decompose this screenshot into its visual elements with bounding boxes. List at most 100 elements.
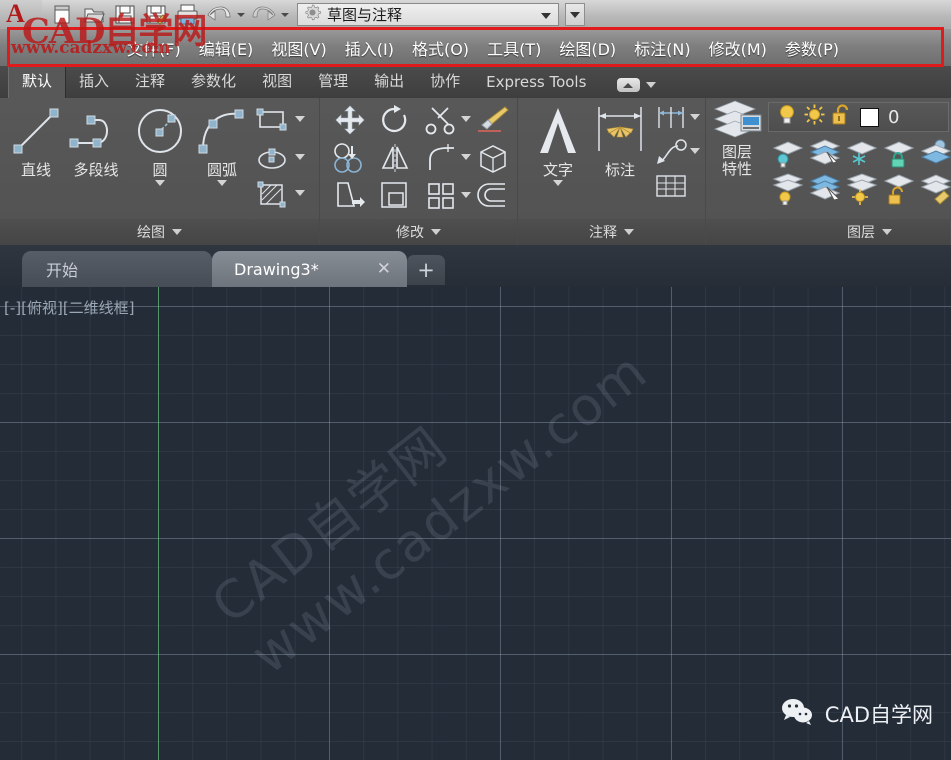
annotation-linear-dimension-dropdown[interactable] [690,114,700,120]
modify-move-button[interactable] [332,104,368,141]
modify-rotate-button[interactable] [377,104,413,141]
ribbon-minimize-button[interactable] [617,78,657,98]
linear-dimension-icon [658,107,684,128]
layer-thaw-all-button[interactable] [844,173,880,210]
file-tab-drawing3[interactable]: Drawing3* ✕ [212,251,407,287]
ribbon-panel-layers: 图层 特性 0 图层 [704,98,951,245]
qat-open-button[interactable] [79,1,110,28]
modify-copy-button[interactable] [332,142,368,179]
annotation-dimension-button[interactable]: 标注 [588,100,652,179]
annotation-table-button[interactable] [654,172,688,205]
annotation-leader-button[interactable] [654,138,688,171]
application-menu-button[interactable]: A [0,0,42,29]
layer-turn-all-on-button[interactable] [770,173,806,210]
modify-fillet-button[interactable] [424,142,458,179]
qat-undo-dropdown[interactable] [234,1,247,28]
modify-array-button[interactable] [424,180,458,217]
draw-circle-button[interactable]: 圆 [128,100,192,186]
modify-stretch-button[interactable] [332,180,368,217]
ribbon-tab-insert[interactable]: 插入 [66,66,122,98]
unlocked-padlock-icon[interactable] [832,103,851,131]
layers-panel-title[interactable]: 图层 [706,219,950,245]
viewport-controls-label[interactable]: [-][俯视][二维线框] [4,297,135,318]
qat-customize-button[interactable] [565,3,585,26]
layer-match-button[interactable] [918,173,951,210]
draw-hatch-button[interactable] [255,180,289,215]
qat-save-as-button[interactable] [141,1,172,28]
ribbon-tab-output[interactable]: 输出 [361,66,417,98]
menu-item-edit[interactable]: 编辑(E) [190,36,263,60]
modify-array-dropdown[interactable] [461,192,471,198]
layer-lock-button[interactable] [881,138,917,173]
layer-control-dropdown[interactable]: 0 [768,102,949,132]
menu-item-modify[interactable]: 修改(M) [700,36,776,60]
annotation-panel-title[interactable]: 注释 [518,219,705,245]
chevron-down-icon[interactable] [217,180,227,186]
draw-ellipse-dropdown[interactable] [295,154,305,160]
qat-plot-button[interactable] [172,1,203,28]
close-icon[interactable]: ✕ [377,261,391,278]
modify-match-properties-button[interactable] [475,104,511,141]
menu-item-draw[interactable]: 绘图(D) [550,36,625,60]
modify-solid-box-button[interactable] [475,142,511,179]
draw-polyline-button[interactable]: 多段线 [64,100,128,179]
chevron-down-icon[interactable] [553,180,563,186]
qat-redo-button[interactable] [247,1,278,28]
new-tab-button[interactable]: + [407,255,445,285]
lightbulb-on-icon[interactable] [777,104,797,131]
draw-rectangle-button[interactable] [255,106,289,139]
ribbon-panel-modify: 修改 [320,98,518,245]
menu-item-view[interactable]: 视图(V) [262,36,335,60]
layer-off-button[interactable] [770,138,806,173]
modify-mirror-button[interactable] [377,142,413,179]
ribbon-tab-parametric[interactable]: 参数化 [178,66,249,98]
annotation-leader-dropdown[interactable] [690,148,700,154]
layer-color-swatch[interactable] [860,107,879,127]
ribbon-tab-home[interactable]: 默认 [8,65,67,98]
modify-fillet-dropdown[interactable] [461,154,471,160]
workspace-switcher[interactable]: 草图与注释 [297,3,559,26]
drawing-canvas[interactable]: [-][俯视][二维线框] CAD自学网 www.cadzxw.com CAD自… [0,287,951,760]
sun-icon[interactable] [804,104,825,130]
modify-panel-title[interactable]: 修改 [320,219,517,245]
ribbon-tab-express-tools[interactable]: Express Tools [473,69,599,98]
qat-save-button[interactable] [110,1,141,28]
layer-isolate-button[interactable] [807,138,843,173]
qat-new-button[interactable] [48,1,79,28]
file-tab-start[interactable]: 开始 [22,251,212,287]
ribbon-tab-manage[interactable]: 管理 [305,66,361,98]
draw-arc-button[interactable]: 圆弧 [190,100,254,186]
layer-make-current-button[interactable] [918,138,951,173]
modify-offset-button[interactable] [475,180,511,217]
stretch-icon [337,182,365,207]
draw-panel-title[interactable]: 绘图 [0,219,319,245]
modify-trim-button[interactable] [424,104,458,141]
modify-trim-dropdown[interactable] [461,116,471,122]
table-icon [656,175,686,197]
draw-hatch-dropdown[interactable] [295,190,305,196]
chevron-down-icon [541,13,551,19]
annotation-text-button[interactable]: 文字 [526,100,590,186]
layer-unlock-button[interactable] [881,173,917,210]
menu-item-insert[interactable]: 插入(I) [336,36,403,60]
menu-item-tools[interactable]: 工具(T) [478,36,550,60]
menu-item-parametric[interactable]: 参数(P) [776,36,848,60]
ribbon-tab-view[interactable]: 视图 [249,66,305,98]
solid-box-icon [480,145,506,173]
layer-freeze-button[interactable] [844,138,880,173]
qat-undo-button[interactable] [203,1,234,28]
ribbon-tab-collaborate[interactable]: 协作 [417,66,473,98]
draw-ellipse-button[interactable] [255,144,289,177]
annotation-linear-dimension-button[interactable] [654,104,688,137]
modify-scale-button[interactable] [377,180,413,217]
draw-rectangle-dropdown[interactable] [295,116,305,122]
layer-properties-button[interactable]: 图层 特性 [704,100,770,178]
menu-item-dimension[interactable]: 标注(N) [625,36,699,60]
layer-unisolate-button[interactable] [807,173,843,210]
ribbon-tab-annotate[interactable]: 注释 [122,66,178,98]
draw-line-button[interactable]: 直线 [4,100,68,179]
menu-item-format[interactable]: 格式(O) [403,36,478,60]
chevron-down-icon[interactable] [155,180,165,186]
menu-item-file[interactable]: 文件(F) [118,36,190,60]
qat-redo-dropdown[interactable] [278,1,291,28]
